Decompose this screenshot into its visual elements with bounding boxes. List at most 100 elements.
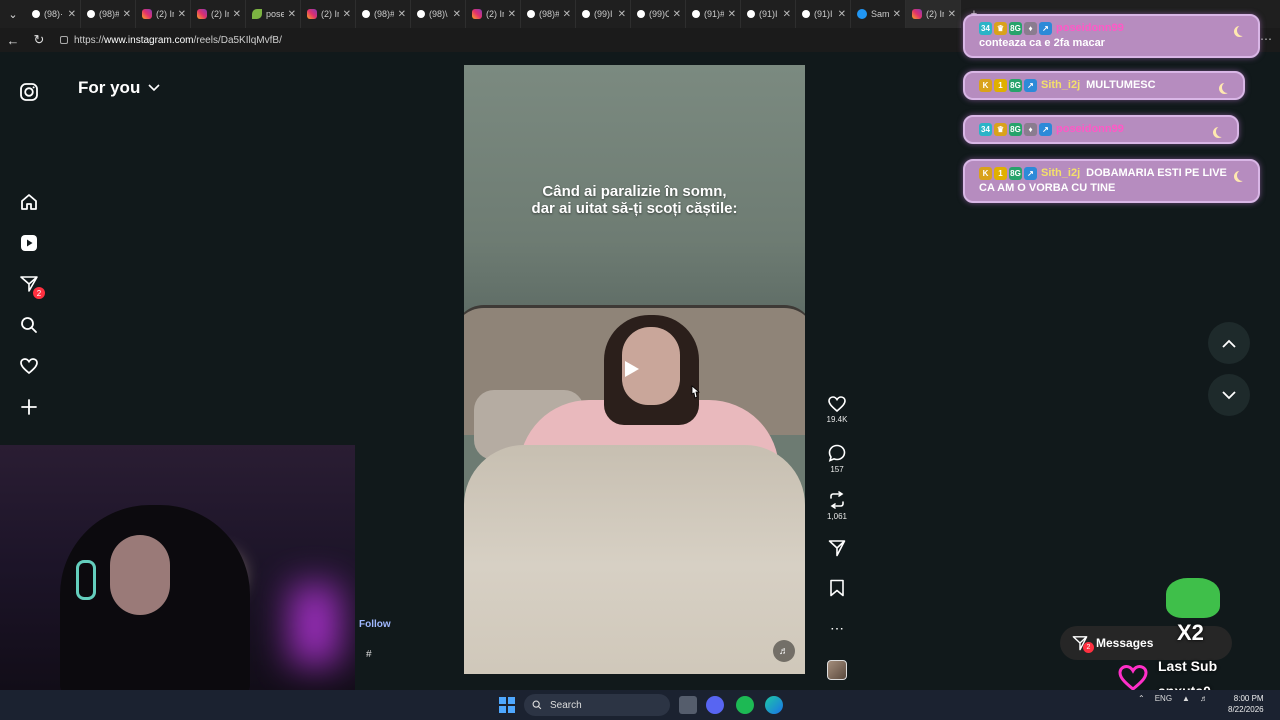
wifi-icon[interactable]: ▲ xyxy=(1182,694,1190,703)
reload-icon[interactable]: ↻ xyxy=(26,28,52,52)
taskbar-search[interactable]: Search xyxy=(524,694,670,716)
browser-tab[interactable]: Sam ✕ xyxy=(851,0,906,28)
browser-tab[interactable]: (2) In ✕ xyxy=(301,0,356,28)
more-options-icon[interactable]: ⋯ xyxy=(820,620,854,637)
browser-tab[interactable]: (99)I ✕ xyxy=(576,0,631,28)
search-icon[interactable] xyxy=(17,313,41,337)
follow-link[interactable]: Follow xyxy=(359,619,391,630)
repost-button[interactable]: 1,061 xyxy=(820,491,854,521)
browser-tab[interactable]: (91)I ✕ xyxy=(796,0,851,28)
notifications-heart-icon[interactable] xyxy=(17,354,41,378)
next-reel-button[interactable] xyxy=(1208,374,1250,416)
browser-tab[interactable]: pose ✕ xyxy=(246,0,301,28)
moon-icon xyxy=(1222,82,1233,93)
taskbar-clock[interactable]: 8:00 PM 8/22/2026 xyxy=(1228,693,1264,715)
tab-close-icon[interactable]: ✕ xyxy=(508,9,520,20)
tab-close-icon[interactable]: ✕ xyxy=(123,9,135,20)
tab-label: pose xyxy=(266,9,284,19)
reels-icon[interactable] xyxy=(17,231,41,255)
tab-close-icon[interactable]: ✕ xyxy=(68,9,80,20)
chat-username[interactable]: poseidonn99 xyxy=(1056,22,1124,34)
tab-label: (98)# xyxy=(374,9,394,19)
spotify-icon[interactable] xyxy=(736,696,754,714)
instagram-logo-icon[interactable] xyxy=(17,80,41,104)
chat-username[interactable]: Sith_i2j xyxy=(1041,167,1080,179)
tab-close-icon[interactable]: ✕ xyxy=(783,9,795,20)
browser-tab[interactable]: (98)# ✕ xyxy=(81,0,136,28)
purple-light xyxy=(290,585,340,665)
browser-tab[interactable]: (2) In ✕ xyxy=(906,0,961,28)
browser-tab[interactable]: (99)C ✕ xyxy=(631,0,686,28)
chat-badge-icon: 8G xyxy=(1009,123,1022,136)
audio-avatar[interactable] xyxy=(827,660,847,680)
task-view-icon[interactable] xyxy=(679,696,697,714)
share-button[interactable] xyxy=(820,539,854,557)
tab-label: (91)I xyxy=(759,9,778,19)
browser-tab[interactable]: (98)# ✕ xyxy=(521,0,576,28)
tab-close-icon[interactable]: ✕ xyxy=(343,9,355,20)
chat-badge-icon: ↗ xyxy=(1024,167,1037,180)
chat-message-body: 34 ♛ 8G ♦ ↗ poseidonn99 xyxy=(979,122,1148,137)
chat-badge-icon: ♛ xyxy=(994,123,1007,136)
tab-close-icon[interactable]: ✕ xyxy=(453,9,465,20)
browser-tab[interactable]: (91)I ✕ xyxy=(741,0,796,28)
discord-icon[interactable] xyxy=(706,696,724,714)
site-info-icon[interactable] xyxy=(60,36,68,44)
windows-start-icon[interactable] xyxy=(499,697,515,713)
feed-selector[interactable]: For you xyxy=(78,78,160,98)
like-button[interactable]: 19.4K xyxy=(820,396,854,424)
chat-username[interactable]: poseidonn99 xyxy=(1056,123,1124,135)
browser-tab[interactable]: (2) In ✕ xyxy=(191,0,246,28)
language-indicator[interactable]: ENG xyxy=(1155,694,1172,703)
instagram-favicon-icon xyxy=(472,9,482,19)
chevron-up-icon xyxy=(1222,339,1236,348)
home-icon[interactable] xyxy=(17,190,41,214)
chat-username[interactable]: Sith_i2j xyxy=(1041,79,1080,91)
previous-reel-button[interactable] xyxy=(1208,322,1250,364)
audio-toggle-icon[interactable]: ♬ xyxy=(773,640,795,662)
tab-close-icon[interactable]: ✕ xyxy=(728,9,740,20)
browser-tab[interactable]: (98)# ✕ xyxy=(356,0,411,28)
tab-close-icon[interactable]: ✕ xyxy=(398,9,410,20)
tab-close-icon[interactable]: ✕ xyxy=(178,9,190,20)
save-button[interactable] xyxy=(820,579,854,597)
tab-close-icon[interactable]: ✕ xyxy=(673,9,685,20)
browser-tab[interactable]: (98)\ ✕ xyxy=(411,0,466,28)
tab-close-icon[interactable]: ✕ xyxy=(893,9,905,20)
browser-tab[interactable]: (2) In ✕ xyxy=(136,0,191,28)
tray-chevron-icon[interactable]: ⌃ xyxy=(1138,694,1145,703)
direct-messages-icon[interactable]: 2 xyxy=(17,272,45,299)
tab-close-icon[interactable]: ✕ xyxy=(618,9,630,20)
url-field[interactable]: https://www.instagram.com/reels/Da5KIlqM… xyxy=(54,31,914,49)
browser-tab[interactable]: (98)· ✕ xyxy=(26,0,81,28)
chat-badge-icon: 1 xyxy=(994,167,1007,180)
tab-strip: (98)·✕(98)#✕(2) In✕(2) In✕pose✕(2) In✕(9… xyxy=(26,0,961,28)
headset-icon xyxy=(76,560,96,600)
browser-tab[interactable]: (91)# ✕ xyxy=(686,0,741,28)
tab-label: (2) In xyxy=(486,9,504,19)
tab-label: (98)· xyxy=(44,9,64,19)
chat-message: K 1 8G ↗ Sith_i2j MULTUMESC xyxy=(963,71,1245,100)
moon-icon xyxy=(1237,25,1248,36)
more-options-icon[interactable]: ⋯ xyxy=(1260,32,1272,46)
tab-close-icon[interactable]: ✕ xyxy=(948,9,960,20)
tab-label: (2) In xyxy=(156,9,174,19)
volume-icon[interactable]: ♬ xyxy=(1200,694,1208,703)
tab-label: (99)C xyxy=(649,9,669,19)
clock-date: 8/22/2026 xyxy=(1228,705,1264,714)
create-plus-icon[interactable] xyxy=(17,395,41,419)
tab-close-icon[interactable]: ✕ xyxy=(563,9,575,20)
play-icon[interactable] xyxy=(625,361,639,377)
back-arrow-icon[interactable]: ← xyxy=(0,28,26,52)
comment-button[interactable]: 157 xyxy=(820,444,854,474)
tab-close-icon[interactable]: ✕ xyxy=(838,9,850,20)
browser-tab[interactable]: (2) In ✕ xyxy=(466,0,521,28)
edge-browser-icon[interactable] xyxy=(765,696,783,714)
reel-video[interactable]: Când ai paralizie în somn, dar ai uitat … xyxy=(464,65,805,674)
messages-badge: 2 xyxy=(1083,642,1094,653)
sub-heart-icon xyxy=(1118,664,1148,691)
tab-close-icon[interactable]: ✕ xyxy=(288,9,300,20)
chevron-down-icon xyxy=(148,84,160,92)
tab-close-icon[interactable]: ✕ xyxy=(233,9,245,20)
tab-list-chevron-icon[interactable]: ⌄ xyxy=(0,0,26,28)
